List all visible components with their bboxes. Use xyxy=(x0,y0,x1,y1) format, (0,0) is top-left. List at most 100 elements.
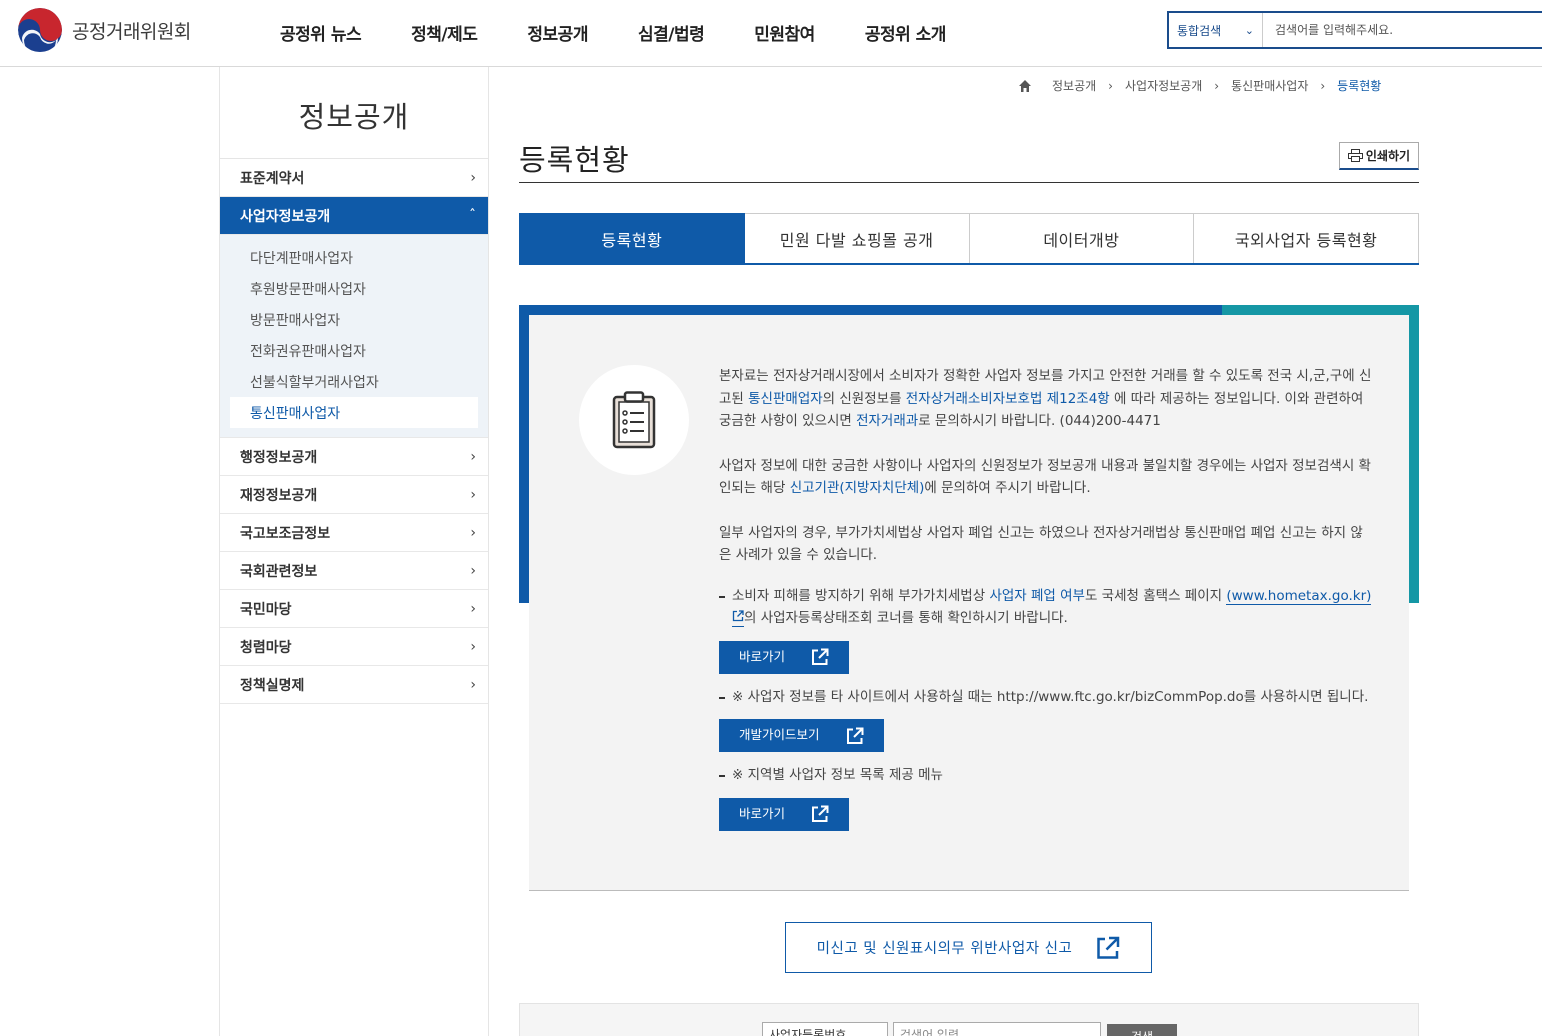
tab-complaint-malls[interactable]: 민원 다발 쇼핑몰 공개 xyxy=(744,213,970,263)
submenu-item-mail-order[interactable]: 통신판매사업자 xyxy=(230,397,478,428)
sidebar-item-subsidy-info[interactable]: 국고보조금정보 › xyxy=(220,514,488,552)
main-nav: 공정위 뉴스 정책/제도 정보공개 심결/법령 민원참여 공정위 소개 xyxy=(280,20,996,45)
sidebar-item-business-info[interactable]: 사업자정보공개 ˆ xyxy=(220,197,488,235)
breadcrumb: 정보공개 › 사업자정보공개 › 통신판매사업자 › 등록현황 xyxy=(1018,77,1393,94)
link-closure-status[interactable]: 사업자 폐업 여부 xyxy=(989,588,1085,604)
sidebar-title: 정보공개 xyxy=(298,100,410,134)
nav-info[interactable]: 정보공개 xyxy=(527,20,588,45)
info-paragraph-1: 본자료는 전자상거래시장에서 소비자가 정확한 사업자 정보를 가지고 안전한 … xyxy=(719,365,1374,433)
chevron-right-icon: › xyxy=(470,486,476,503)
title-divider xyxy=(519,182,1419,183)
sidebar-submenu: 다단계판매사업자 후원방문판매사업자 방문판매사업자 전화권유판매사업자 선불식… xyxy=(220,235,488,438)
sidebar-item-admin-info[interactable]: 행정정보공개 › xyxy=(220,438,488,476)
button-label: 개발가이드보기 xyxy=(739,727,820,743)
tab-open-data[interactable]: 데이터개방 xyxy=(969,213,1195,263)
business-search-input[interactable]: 검색어 입력 xyxy=(893,1022,1101,1036)
goto-regional-list-button[interactable]: 바로가기 xyxy=(719,797,850,831)
info-bullet-3: ※ 지역별 사업자 정보 목록 제공 메뉴 xyxy=(719,764,1374,787)
sidebar-item-label: 표준계약서 xyxy=(240,170,305,187)
goto-hometax-button[interactable]: 바로가기 xyxy=(719,640,850,674)
sidebar-item-label: 정책실명제 xyxy=(240,677,305,694)
text-span: 에 문의하여 주시기 바랍니다. xyxy=(924,480,1091,496)
tab-registration-status[interactable]: 등록현황 xyxy=(519,213,745,263)
sidebar-item-label: 국고보조금정보 xyxy=(240,525,331,542)
sidebar: 정보공개 표준계약서 › 사업자정보공개 ˆ 다단계판매사업자 후원방문판매사업자 … xyxy=(219,67,489,1036)
nav-decision[interactable]: 심결/법령 xyxy=(638,20,705,45)
info-text: 본자료는 전자상거래시장에서 소비자가 정확한 사업자 정보를 가지고 안전한 … xyxy=(719,365,1374,843)
text-span: 도 국세청 홈택스 페이지 xyxy=(1084,587,1227,604)
sidebar-item-finance-info[interactable]: 재정정보공개 › xyxy=(220,476,488,514)
chevron-up-icon: ˆ xyxy=(469,207,476,224)
external-link-icon xyxy=(732,610,744,622)
info-box: 본자료는 전자상거래시장에서 소비자가 정확한 사업자 정보를 가지고 안전한 … xyxy=(529,315,1409,891)
chevron-right-icon: › xyxy=(1320,78,1326,93)
sidebar-item-integrity[interactable]: 청렴마당 › xyxy=(220,628,488,666)
external-link-icon xyxy=(812,648,829,665)
submenu-item-prepaid-installment[interactable]: 선불식할부거래사업자 xyxy=(230,366,478,397)
chevron-right-icon: › xyxy=(470,562,476,579)
external-link-icon xyxy=(1097,936,1120,959)
link-mail-order-business[interactable]: 통신판매업자 xyxy=(748,391,823,407)
chevron-right-icon: › xyxy=(470,169,476,186)
chevron-right-icon: › xyxy=(470,524,476,541)
submenu-item-multilevel[interactable]: 다단계판매사업자 xyxy=(230,242,478,273)
breadcrumb-item[interactable]: 정보공개 xyxy=(1052,77,1096,94)
nav-policy[interactable]: 정책/제도 xyxy=(411,20,478,45)
link-reporting-agency[interactable]: 신고기관(지방자치단체) xyxy=(790,480,925,496)
chevron-right-icon: › xyxy=(470,676,476,693)
print-button[interactable]: 인쇄하기 xyxy=(1339,142,1419,170)
tab-bar: 등록현황 민원 다발 쇼핑몰 공개 데이터개방 국외사업자 등록현황 xyxy=(519,213,1419,265)
link-ecommerce-division[interactable]: 전자거래과 xyxy=(856,413,918,429)
sidebar-item-label: 국민마당 xyxy=(240,601,292,618)
sidebar-item-label: 행정정보공개 xyxy=(240,449,318,466)
text-span: (www.hometax.go.kr) xyxy=(1226,587,1372,604)
sidebar-item-label: 재정정보공개 xyxy=(240,487,318,504)
text-span: 소비자 피해를 방지하기 위해 부가가치세법상 xyxy=(732,587,990,604)
link-consumer-protection-law[interactable]: 전자상거래소비자보호법 제12조4항 xyxy=(906,391,1110,407)
print-label: 인쇄하기 xyxy=(1365,149,1411,163)
sidebar-item-label: 국회관련정보 xyxy=(240,563,318,580)
site-header: 공정거래위원회 공정위 뉴스 정책/제도 정보공개 심결/법령 민원참여 공정위… xyxy=(0,0,1542,67)
logo-text: 공정거래위원회 xyxy=(72,20,191,43)
breadcrumb-item[interactable]: 통신판매사업자 xyxy=(1231,77,1308,94)
text-span: 의 사업자등록상태조회 코너를 통해 확인하시기 바랍니다. xyxy=(744,610,1068,626)
home-icon[interactable] xyxy=(1018,79,1032,93)
chevron-right-icon: › xyxy=(1108,78,1113,93)
submenu-item-sponsored-visit[interactable]: 후원방문판매사업자 xyxy=(230,273,478,304)
submenu-item-telemarketing[interactable]: 전화권유판매사업자 xyxy=(230,335,478,366)
tab-overseas-status[interactable]: 국외사업자 등록현황 xyxy=(1194,213,1419,263)
printer-icon xyxy=(1347,149,1363,162)
sidebar-item-label: 사업자정보공개 xyxy=(240,208,331,225)
sidebar-item-standard-contract[interactable]: 표준계약서 › xyxy=(220,159,488,197)
chevron-right-icon: › xyxy=(1214,78,1220,93)
chevron-right-icon: › xyxy=(470,638,476,655)
external-link-icon xyxy=(846,727,864,744)
sidebar-item-citizen[interactable]: 국민마당 › xyxy=(220,590,488,628)
search-scope-select[interactable]: 통합검색 ⌄ xyxy=(1169,13,1263,47)
logo[interactable]: 공정거래위원회 xyxy=(18,8,191,52)
info-paragraph-3: 일부 사업자의 경우, 부가가치세법상 사업자 폐업 신고는 하였으나 전자상거… xyxy=(719,524,1363,564)
chevron-right-icon: › xyxy=(470,600,476,617)
submenu-item-door-to-door[interactable]: 방문판매사업자 xyxy=(230,304,478,335)
text-span: 의 신원정보를 xyxy=(822,390,906,407)
nav-civil[interactable]: 민원참여 xyxy=(754,20,815,45)
business-search-button[interactable]: 검색 xyxy=(1107,1024,1177,1036)
info-bullet-2: ※ 사업자 정보를 타 사이트에서 사용하실 때는 http://www.ftc… xyxy=(719,686,1374,709)
chevron-right-icon: › xyxy=(470,448,476,465)
nav-news[interactable]: 공정위 뉴스 xyxy=(280,20,362,45)
sidebar-item-policy-name[interactable]: 정책실명제 › xyxy=(220,666,488,704)
sidebar-item-assembly-info[interactable]: 국회관련정보 › xyxy=(220,552,488,590)
breadcrumb-item[interactable]: 사업자정보공개 xyxy=(1125,77,1202,94)
external-link-icon xyxy=(812,805,829,822)
button-label: 미신고 및 신원표시의무 위반사업자 신고 xyxy=(816,941,1073,957)
info-paragraph-2: 사업자 정보에 대한 궁금한 사항이나 사업자의 신원정보가 정보공개 내용과 … xyxy=(719,455,1374,500)
search-scope-label: 통합검색 xyxy=(1177,23,1222,38)
clipboard-circle xyxy=(579,365,689,475)
search-field-select[interactable]: 사업자등록번호 xyxy=(762,1022,888,1036)
info-bullet-1: 소비자 피해를 방지하기 위해 부가가치세법상 사업자 폐업 여부도 국세청 홈… xyxy=(719,585,1374,630)
report-violation-button[interactable]: 미신고 및 신원표시의무 위반사업자 신고 xyxy=(785,922,1152,973)
dev-guide-button[interactable]: 개발가이드보기 xyxy=(719,719,884,752)
nav-about[interactable]: 공정위 소개 xyxy=(865,20,947,45)
search-input[interactable] xyxy=(1263,23,1542,37)
business-search-panel: 사업자등록번호 검색어 입력 검색 xyxy=(519,1003,1419,1036)
